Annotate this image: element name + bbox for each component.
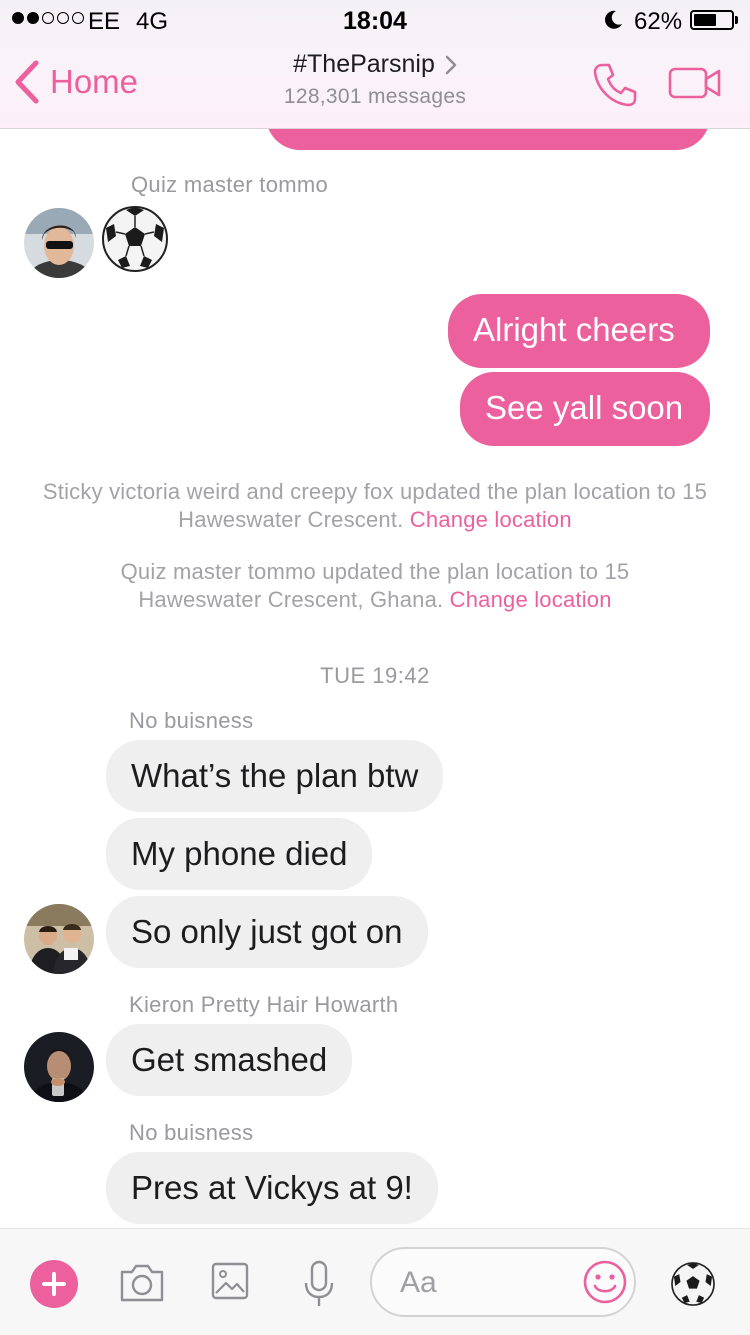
system-notice: Sticky victoria weird and creepy fox upd… bbox=[20, 478, 730, 534]
incoming-message[interactable]: Pres at Vickys at 9! bbox=[106, 1152, 438, 1224]
incoming-message[interactable]: Get smashed bbox=[106, 1024, 353, 1096]
avatar-no-buisness[interactable] bbox=[24, 904, 94, 974]
message-timestamp: TUE 19:42 bbox=[320, 663, 430, 688]
sender-name: Kieron Pretty Hair Howarth bbox=[129, 992, 399, 1017]
avatar-kieron[interactable] bbox=[24, 1032, 94, 1102]
soccer-ball-sticker[interactable] bbox=[100, 204, 170, 274]
sender-name: Quiz master tommo bbox=[131, 172, 329, 197]
outgoing-message[interactable]: Alright cheers bbox=[448, 294, 710, 368]
system-notice: Quiz master tommo updated the plan locat… bbox=[80, 558, 670, 614]
composer-bar bbox=[0, 1228, 750, 1335]
message-input[interactable] bbox=[398, 1261, 572, 1305]
video-camera-icon[interactable] bbox=[668, 66, 722, 100]
status-bar: EE 4G 18:04 62% bbox=[0, 0, 750, 40]
incoming-message[interactable]: What’s the plan btw bbox=[106, 740, 444, 812]
do-not-disturb-moon-icon bbox=[605, 10, 622, 29]
battery-icon bbox=[690, 10, 734, 30]
message-feed[interactable]: Quiz master tommo Alright cheers See yal… bbox=[0, 128, 750, 1228]
message-bubble-partial[interactable] bbox=[266, 128, 710, 150]
incoming-message[interactable]: So only just got on bbox=[106, 896, 428, 968]
sender-name: No buisness bbox=[129, 708, 254, 733]
microphone-icon[interactable] bbox=[302, 1259, 336, 1309]
change-location-link[interactable]: Change location bbox=[410, 507, 572, 532]
battery-nub bbox=[735, 16, 738, 24]
soccer-ball-icon[interactable] bbox=[670, 1261, 716, 1307]
chevron-right-icon bbox=[445, 55, 457, 74]
change-location-link[interactable]: Change location bbox=[450, 587, 612, 612]
outgoing-message[interactable]: See yall soon bbox=[460, 372, 710, 446]
phone-icon[interactable] bbox=[592, 62, 638, 108]
message-input-container[interactable] bbox=[370, 1247, 636, 1317]
gallery-icon[interactable] bbox=[210, 1261, 250, 1301]
incoming-message[interactable]: My phone died bbox=[106, 818, 373, 890]
sender-name: No buisness bbox=[129, 1120, 254, 1145]
camera-icon[interactable] bbox=[118, 1262, 166, 1304]
smiley-icon[interactable] bbox=[582, 1259, 628, 1305]
header: EE 4G 18:04 62% Home #TheParsnip 128,301… bbox=[0, 0, 750, 129]
conversation-title: #TheParsnip bbox=[293, 50, 435, 78]
battery-fill bbox=[694, 14, 716, 26]
battery-percentage: 62% bbox=[634, 8, 683, 35]
avatar-quiz-master[interactable] bbox=[24, 208, 94, 278]
system-notice-text: Sticky victoria weird and creepy fox upd… bbox=[42, 479, 708, 532]
plus-icon[interactable] bbox=[30, 1260, 78, 1308]
